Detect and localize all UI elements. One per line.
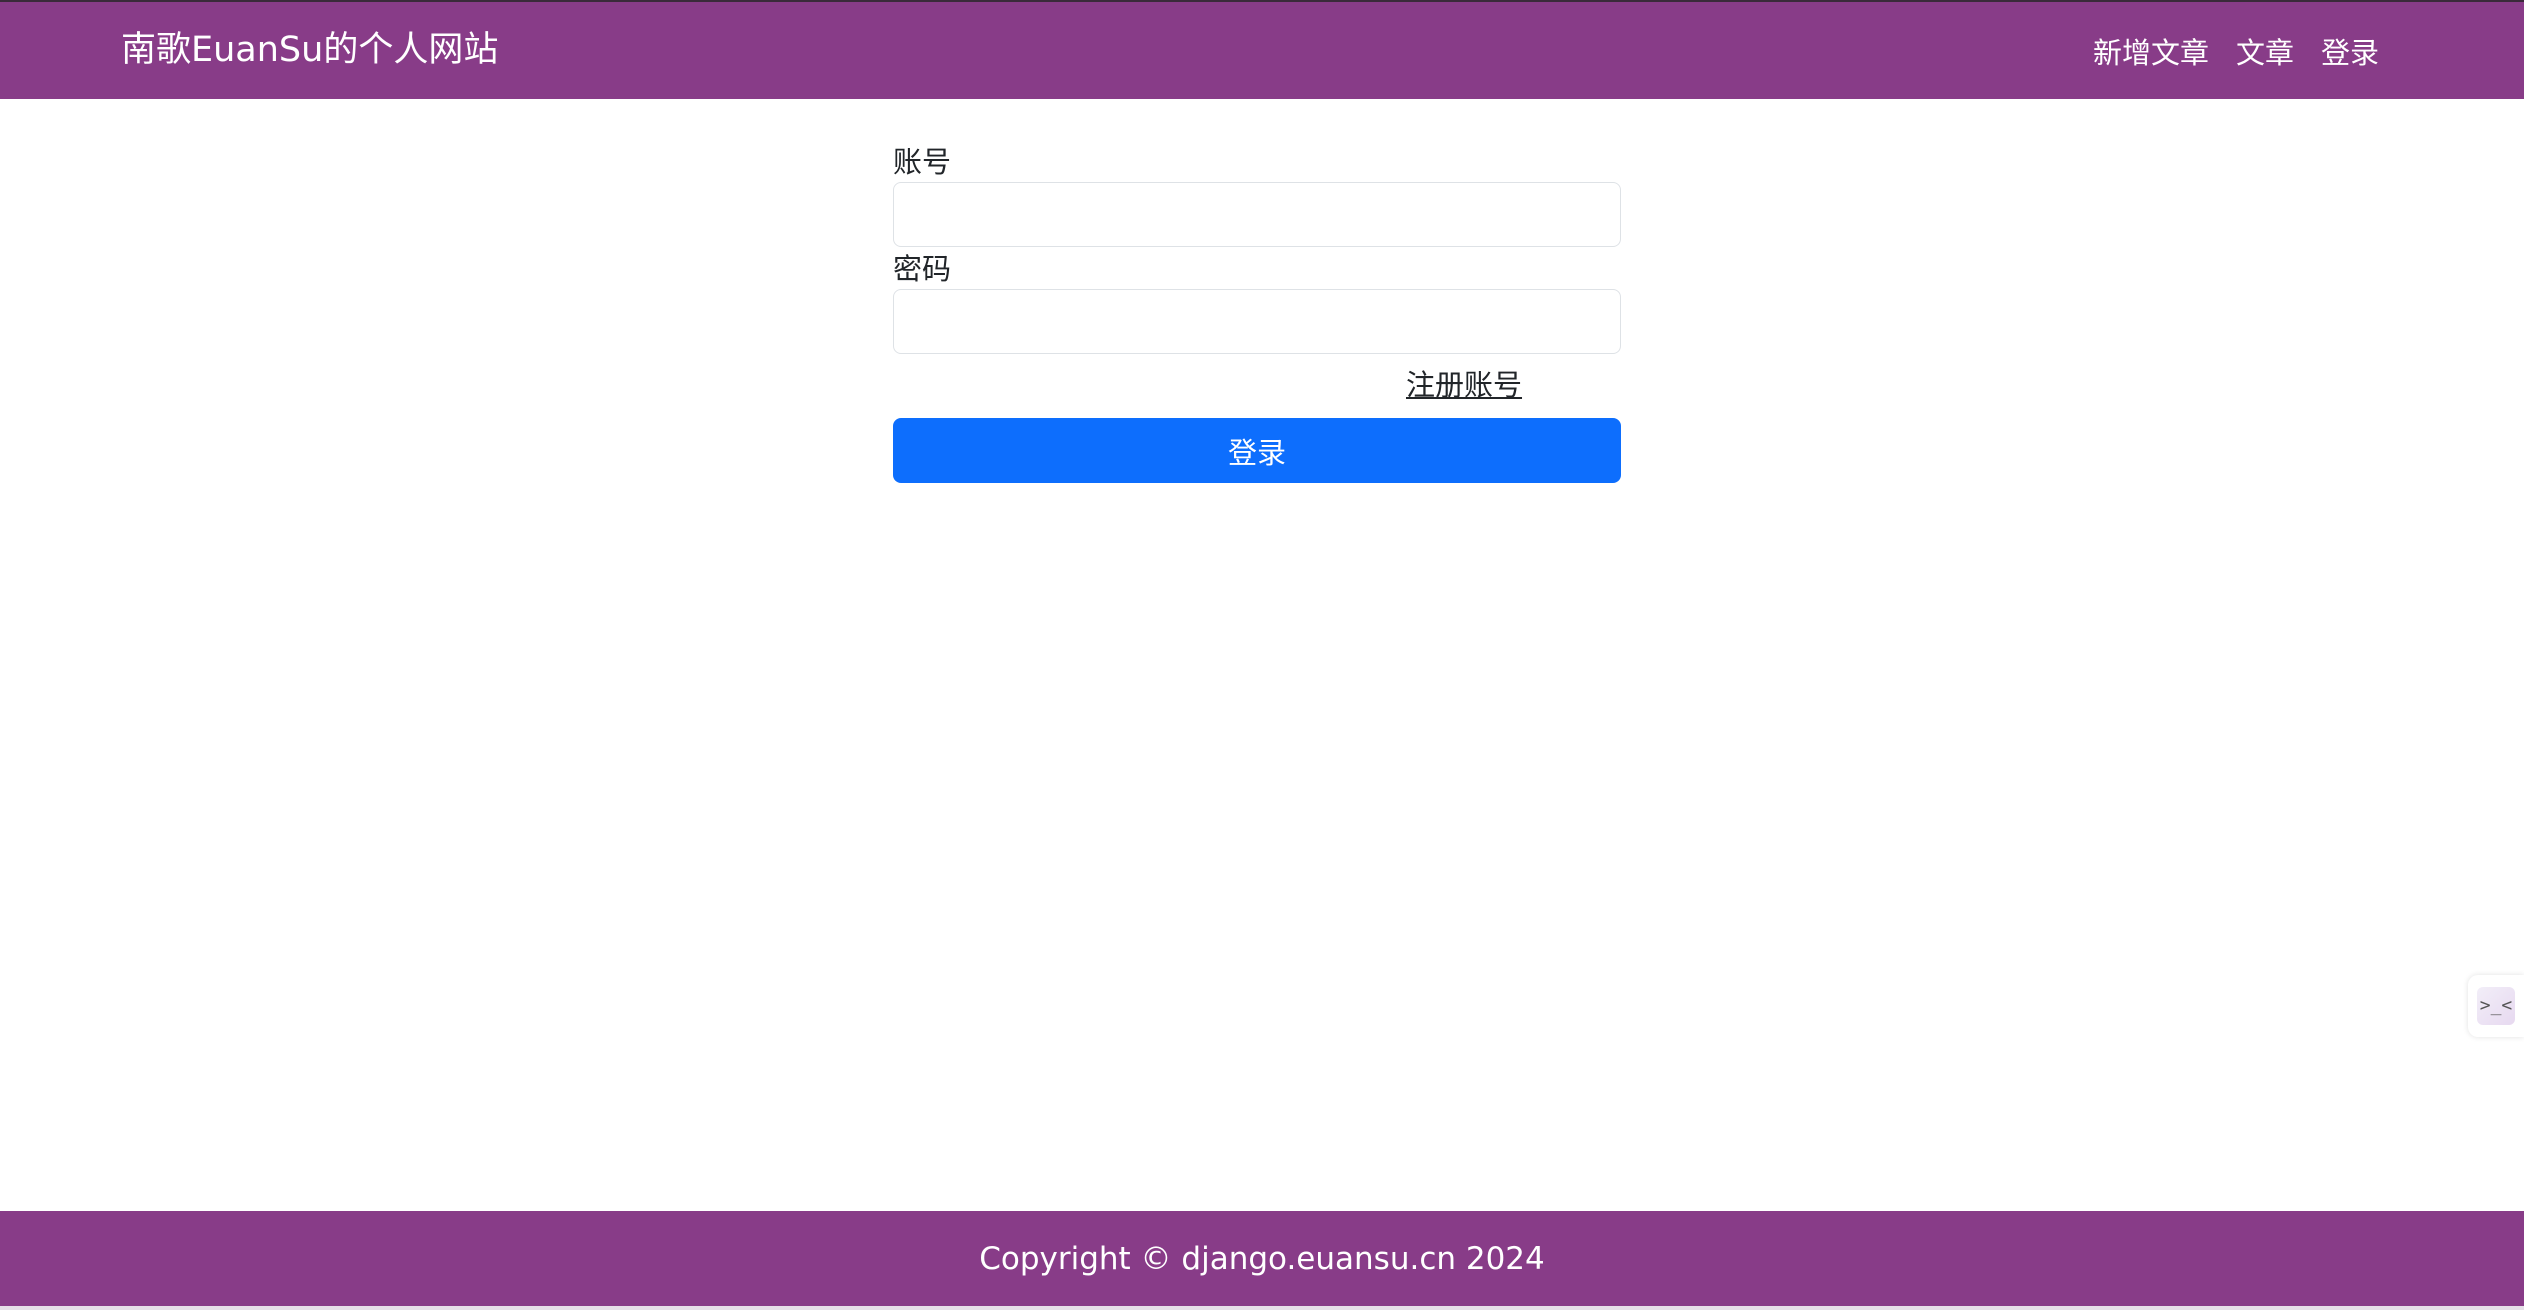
password-label: 密码 — [893, 252, 952, 286]
navbar: 南歌EuanSu的个人网站 新增文章 文章 登录 — [0, 2, 2524, 99]
login-form: 账号 密码 注册账号 登录 — [893, 142, 1621, 483]
password-input[interactable] — [893, 289, 1621, 354]
site-brand-link[interactable]: 南歌EuanSu的个人网站 — [121, 2, 498, 99]
page: 南歌EuanSu的个人网站 新增文章 文章 登录 账号 密码 注册账号 登录 >… — [0, 0, 2524, 1310]
register-account-link[interactable]: 注册账号 — [1406, 362, 1522, 404]
login-button[interactable]: 登录 — [893, 418, 1621, 483]
side-floating-widget[interactable]: >_< — [2468, 975, 2524, 1037]
account-input[interactable] — [893, 182, 1621, 247]
nav-link-articles[interactable]: 文章 — [2236, 30, 2294, 72]
collapse-code-icon: >_< — [2477, 987, 2515, 1025]
footer-copyright: Copyright © django.euansu.cn 2024 — [979, 1240, 1545, 1277]
nav-link-new-article[interactable]: 新增文章 — [2093, 30, 2209, 72]
bottom-border — [0, 1306, 2524, 1310]
register-row: 注册账号 — [893, 354, 1621, 418]
nav-links: 新增文章 文章 登录 — [2093, 2, 2379, 99]
nav-link-login[interactable]: 登录 — [2321, 30, 2379, 72]
footer: Copyright © django.euansu.cn 2024 — [0, 1211, 2524, 1306]
account-label: 账号 — [893, 145, 952, 179]
